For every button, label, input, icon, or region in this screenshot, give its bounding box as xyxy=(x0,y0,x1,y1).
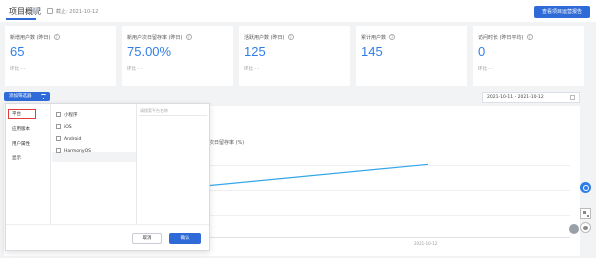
x-tick-label: 2021-10-12 xyxy=(414,241,438,246)
checkbox[interactable] xyxy=(56,136,61,141)
search-underline xyxy=(139,115,207,116)
option-miniprogram[interactable]: 小程序 xyxy=(56,112,78,118)
column-divider xyxy=(50,104,51,224)
option-ios[interactable]: iOS xyxy=(56,124,72,130)
checkbox[interactable] xyxy=(56,148,61,153)
option-label: Android xyxy=(64,137,82,142)
popup-footer-divider xyxy=(6,224,209,225)
qr-code-icon[interactable] xyxy=(580,208,591,219)
customer-service-icon[interactable] xyxy=(580,182,591,193)
confirm-button[interactable]: 确认 xyxy=(169,233,201,244)
column-divider xyxy=(136,104,137,224)
option-label: HarmonyOS xyxy=(64,149,91,154)
feedback-icon[interactable] xyxy=(569,224,579,234)
wechat-icon[interactable] xyxy=(580,222,591,233)
category-app-version[interactable]: 应用版本 xyxy=(12,126,30,132)
option-label: iOS xyxy=(64,125,72,130)
option-android[interactable]: Android xyxy=(56,136,81,142)
checkbox[interactable] xyxy=(56,112,61,117)
option-harmonyos[interactable]: HarmonyOS xyxy=(56,148,91,154)
option-label: 小程序 xyxy=(64,113,78,118)
search-input[interactable]: 请搜索平台名称 xyxy=(140,108,168,114)
category-platform[interactable]: 平台 xyxy=(12,111,21,117)
cancel-button[interactable]: 取消 xyxy=(132,233,162,244)
filter-popup: 平台 应用版本 用户属性 显示 小程序 iOS Android HarmonyO… xyxy=(5,103,210,251)
category-display[interactable]: 显示 xyxy=(12,155,21,161)
category-user-attributes[interactable]: 用户属性 xyxy=(12,141,30,147)
checkbox[interactable] xyxy=(56,124,61,129)
